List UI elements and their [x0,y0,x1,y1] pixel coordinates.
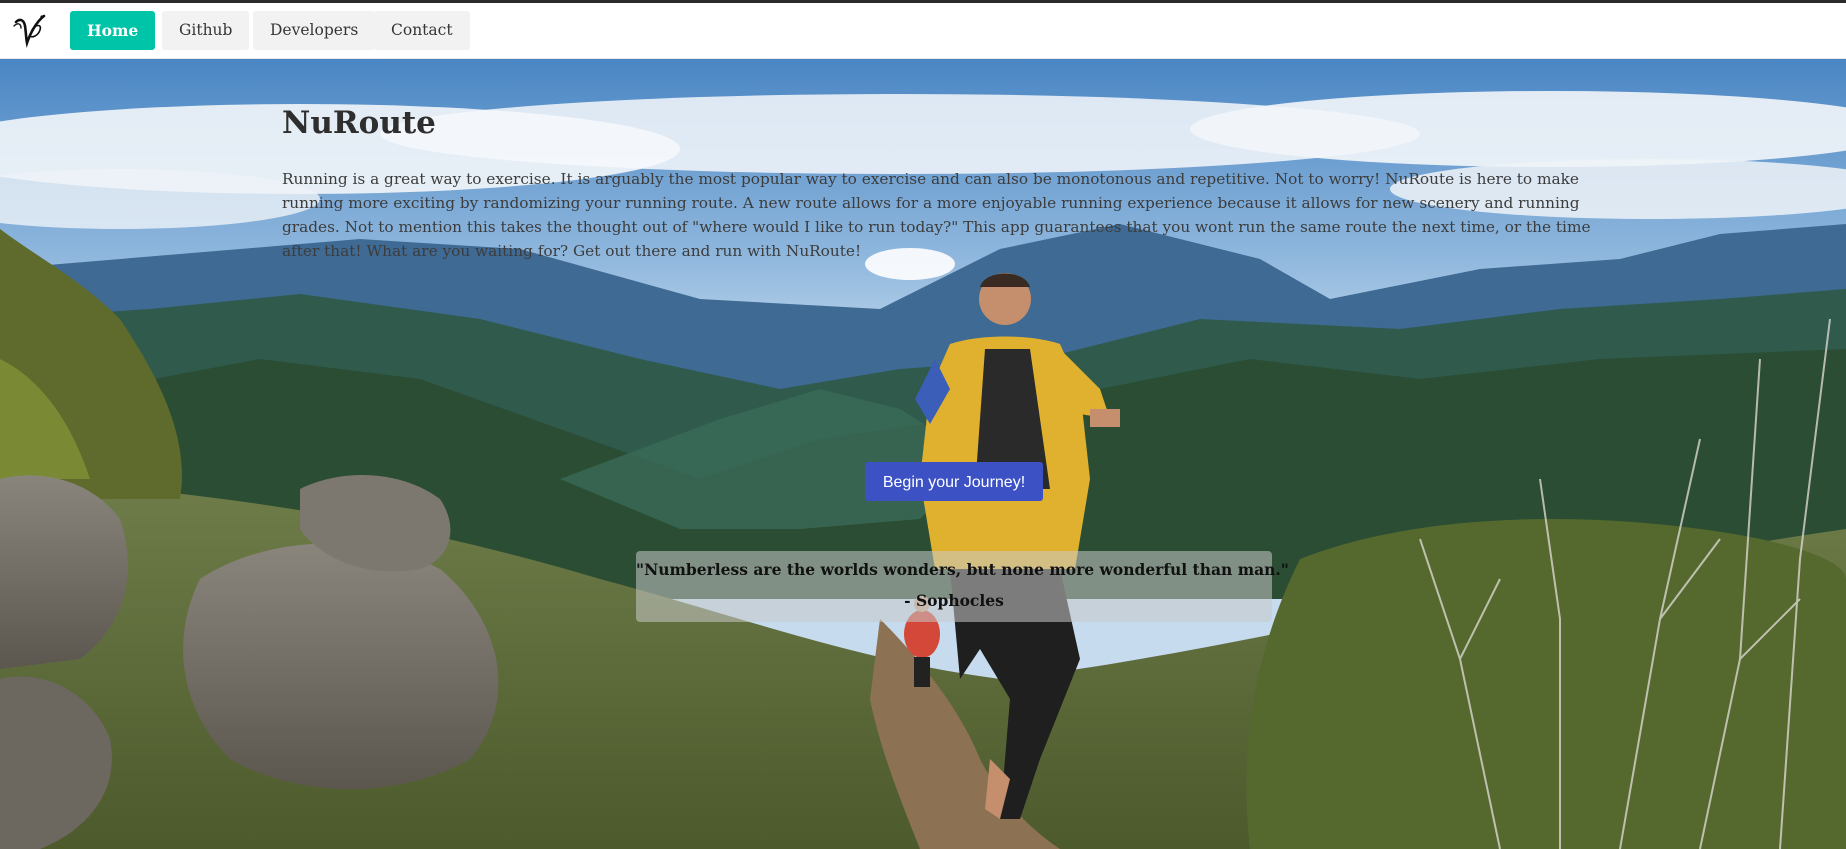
page-title: NuRoute [282,105,436,141]
quote-text: "Numberless are the worlds wonders, but … [636,560,1289,579]
nav-contact[interactable]: Contact [374,11,470,50]
begin-journey-button[interactable]: Begin your Journey! [865,462,1043,501]
nav-home[interactable]: Home [70,11,156,50]
navbar: Home Github Developers Contact [0,3,1846,59]
hero-section: NuRoute Running is a great way to exerci… [0,59,1846,849]
hero-description: Running is a great way to exercise. It i… [282,170,1591,260]
quote-author: - Sophocles [904,591,1004,610]
nav-github[interactable]: Github [162,11,250,50]
nav-developers[interactable]: Developers [253,11,376,50]
v-signature-logo-icon[interactable] [12,12,48,48]
quote-box: "Numberless are the worlds wonders, but … [636,551,1289,622]
